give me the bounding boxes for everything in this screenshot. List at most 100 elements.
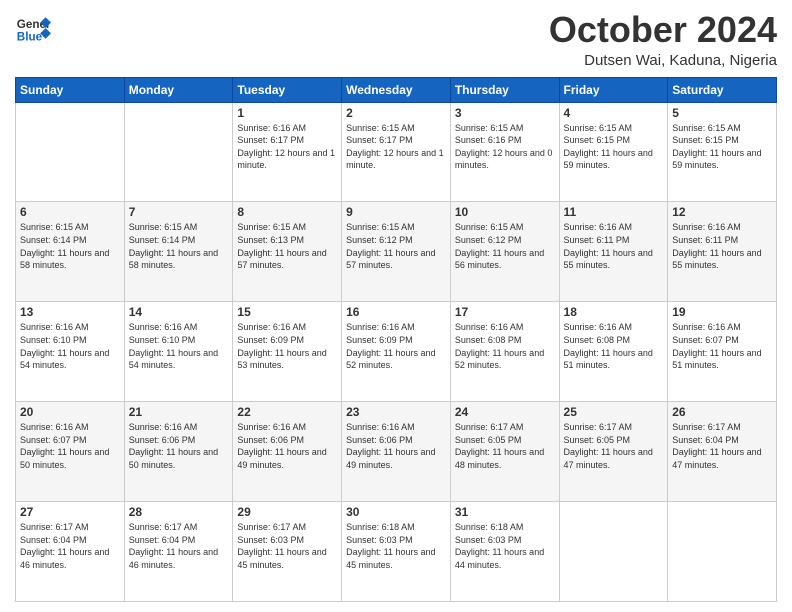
day-detail: Sunrise: 6:15 AM Sunset: 6:12 PM Dayligh… — [455, 221, 555, 271]
day-detail: Sunrise: 6:17 AM Sunset: 6:04 PM Dayligh… — [20, 521, 120, 571]
calendar-cell: 29 Sunrise: 6:17 AM Sunset: 6:03 PM Dayli… — [233, 502, 342, 602]
calendar-cell: 1 Sunrise: 6:16 AM Sunset: 6:17 PM Daylig… — [233, 102, 342, 202]
calendar-cell: 23Sunrise: 6:16 AM Sunset: 6:06 PM Dayli… — [342, 402, 451, 502]
col-thursday: Thursday — [450, 77, 559, 102]
day-detail: Sunrise: 6:18 AM Sunset: 6:03 PM Dayligh… — [455, 521, 555, 571]
day-detail: Sunrise: 6:16 AM Sunset: 6:10 PM Dayligh… — [20, 321, 120, 371]
calendar-cell: 26 Sunrise: 6:17 AM Sunset: 6:04 PM Dayli… — [668, 402, 777, 502]
day-number: 26 — [672, 405, 772, 419]
day-number: 13 — [20, 305, 120, 319]
day-number: 16 — [346, 305, 446, 319]
day-number: 9 — [346, 205, 446, 219]
day-number: 5 — [672, 106, 772, 120]
day-number: 11 — [564, 205, 664, 219]
day-detail: Sunrise: 6:17 AM Sunset: 6:05 PM Dayligh… — [455, 421, 555, 471]
day-number: 15 — [237, 305, 337, 319]
calendar-cell: 6Sunrise: 6:15 AM Sunset: 6:14 PM Daylig… — [16, 202, 125, 302]
calendar-cell: 28 Sunrise: 6:17 AM Sunset: 6:04 PM Dayli… — [124, 502, 233, 602]
day-detail: Sunrise: 6:15 AM Sunset: 6:16 PM Dayligh… — [455, 122, 555, 172]
col-friday: Friday — [559, 77, 668, 102]
calendar-week-row: 6Sunrise: 6:15 AM Sunset: 6:14 PM Daylig… — [16, 202, 777, 302]
day-detail: Sunrise: 6:16 AM Sunset: 6:11 PM Dayligh… — [672, 221, 772, 271]
calendar-cell — [668, 502, 777, 602]
calendar-cell: 3 Sunrise: 6:15 AM Sunset: 6:16 PM Daylig… — [450, 102, 559, 202]
day-number: 22 — [237, 405, 337, 419]
page: General Blue October 2024 Dutsen Wai, Ka… — [0, 0, 792, 612]
calendar-cell: 15 Sunrise: 6:16 AM Sunset: 6:09 PM Dayli… — [233, 302, 342, 402]
day-detail: Sunrise: 6:16 AM Sunset: 6:10 PM Dayligh… — [129, 321, 229, 371]
day-number: 10 — [455, 205, 555, 219]
day-detail: Sunrise: 6:16 AM Sunset: 6:06 PM Dayligh… — [346, 421, 446, 471]
calendar-cell: 17 Sunrise: 6:16 AM Sunset: 6:08 PM Dayli… — [450, 302, 559, 402]
calendar-cell: 14 Sunrise: 6:16 AM Sunset: 6:10 PM Dayli… — [124, 302, 233, 402]
calendar-cell: 20 Sunrise: 6:16 AM Sunset: 6:07 PM Dayli… — [16, 402, 125, 502]
day-number: 29 — [237, 505, 337, 519]
day-detail: Sunrise: 6:16 AM Sunset: 6:08 PM Dayligh… — [455, 321, 555, 371]
day-number: 28 — [129, 505, 229, 519]
day-detail: Sunrise: 6:18 AM Sunset: 6:03 PM Dayligh… — [346, 521, 446, 571]
day-number: 4 — [564, 106, 664, 120]
day-detail: Sunrise: 6:16 AM Sunset: 6:07 PM Dayligh… — [20, 421, 120, 471]
day-number: 19 — [672, 305, 772, 319]
calendar-cell: 2Sunrise: 6:15 AM Sunset: 6:17 PM Daylig… — [342, 102, 451, 202]
day-detail: Sunrise: 6:17 AM Sunset: 6:05 PM Dayligh… — [564, 421, 664, 471]
header: General Blue October 2024 Dutsen Wai, Ka… — [15, 10, 777, 69]
day-number: 6 — [20, 205, 120, 219]
calendar-table: Sunday Monday Tuesday Wednesday Thursday… — [15, 77, 777, 602]
day-detail: Sunrise: 6:16 AM Sunset: 6:09 PM Dayligh… — [346, 321, 446, 371]
day-detail: Sunrise: 6:17 AM Sunset: 6:04 PM Dayligh… — [129, 521, 229, 571]
day-detail: Sunrise: 6:16 AM Sunset: 6:06 PM Dayligh… — [237, 421, 337, 471]
day-number: 3 — [455, 106, 555, 120]
day-number: 12 — [672, 205, 772, 219]
day-detail: Sunrise: 6:16 AM Sunset: 6:09 PM Dayligh… — [237, 321, 337, 371]
calendar-cell: 4 Sunrise: 6:15 AM Sunset: 6:15 PM Daylig… — [559, 102, 668, 202]
calendar-cell — [559, 502, 668, 602]
calendar-cell: 19 Sunrise: 6:16 AM Sunset: 6:07 PM Dayli… — [668, 302, 777, 402]
day-number: 25 — [564, 405, 664, 419]
calendar-cell: 25 Sunrise: 6:17 AM Sunset: 6:05 PM Dayli… — [559, 402, 668, 502]
day-number: 7 — [129, 205, 229, 219]
day-detail: Sunrise: 6:16 AM Sunset: 6:06 PM Dayligh… — [129, 421, 229, 471]
day-detail: Sunrise: 6:17 AM Sunset: 6:04 PM Dayligh… — [672, 421, 772, 471]
day-detail: Sunrise: 6:16 AM Sunset: 6:07 PM Dayligh… — [672, 321, 772, 371]
calendar-cell: 7Sunrise: 6:15 AM Sunset: 6:14 PM Daylig… — [124, 202, 233, 302]
calendar-cell: 5Sunrise: 6:15 AM Sunset: 6:15 PM Daylig… — [668, 102, 777, 202]
day-number: 21 — [129, 405, 229, 419]
calendar-cell: 11Sunrise: 6:16 AM Sunset: 6:11 PM Dayli… — [559, 202, 668, 302]
calendar-cell: 22 Sunrise: 6:16 AM Sunset: 6:06 PM Dayli… — [233, 402, 342, 502]
calendar-cell: 18Sunrise: 6:16 AM Sunset: 6:08 PM Dayli… — [559, 302, 668, 402]
day-number: 1 — [237, 106, 337, 120]
calendar-cell: 16 Sunrise: 6:16 AM Sunset: 6:09 PM Dayli… — [342, 302, 451, 402]
day-number: 14 — [129, 305, 229, 319]
calendar-cell — [16, 102, 125, 202]
calendar-cell: 13 Sunrise: 6:16 AM Sunset: 6:10 PM Dayli… — [16, 302, 125, 402]
calendar-cell: 30 Sunrise: 6:18 AM Sunset: 6:03 PM Dayli… — [342, 502, 451, 602]
day-number: 31 — [455, 505, 555, 519]
calendar-week-row: 1 Sunrise: 6:16 AM Sunset: 6:17 PM Daylig… — [16, 102, 777, 202]
day-number: 30 — [346, 505, 446, 519]
calendar-cell: 10 Sunrise: 6:15 AM Sunset: 6:12 PM Dayli… — [450, 202, 559, 302]
calendar-week-row: 27 Sunrise: 6:17 AM Sunset: 6:04 PM Dayli… — [16, 502, 777, 602]
col-saturday: Saturday — [668, 77, 777, 102]
day-detail: Sunrise: 6:15 AM Sunset: 6:15 PM Dayligh… — [564, 122, 664, 172]
day-detail: Sunrise: 6:15 AM Sunset: 6:12 PM Dayligh… — [346, 221, 446, 271]
location: Dutsen Wai, Kaduna, Nigeria — [549, 52, 777, 69]
day-detail: Sunrise: 6:15 AM Sunset: 6:13 PM Dayligh… — [237, 221, 337, 271]
calendar-week-row: 13 Sunrise: 6:16 AM Sunset: 6:10 PM Dayli… — [16, 302, 777, 402]
day-number: 20 — [20, 405, 120, 419]
logo: General Blue — [15, 10, 51, 46]
day-number: 8 — [237, 205, 337, 219]
col-wednesday: Wednesday — [342, 77, 451, 102]
calendar-cell: 8 Sunrise: 6:15 AM Sunset: 6:13 PM Daylig… — [233, 202, 342, 302]
day-detail: Sunrise: 6:15 AM Sunset: 6:17 PM Dayligh… — [346, 122, 446, 172]
day-detail: Sunrise: 6:16 AM Sunset: 6:17 PM Dayligh… — [237, 122, 337, 172]
calendar-cell: 27 Sunrise: 6:17 AM Sunset: 6:04 PM Dayli… — [16, 502, 125, 602]
svg-text:Blue: Blue — [17, 31, 43, 44]
day-number: 17 — [455, 305, 555, 319]
day-number: 27 — [20, 505, 120, 519]
day-detail: Sunrise: 6:17 AM Sunset: 6:03 PM Dayligh… — [237, 521, 337, 571]
col-tuesday: Tuesday — [233, 77, 342, 102]
calendar-cell — [124, 102, 233, 202]
col-sunday: Sunday — [16, 77, 125, 102]
calendar-week-row: 20 Sunrise: 6:16 AM Sunset: 6:07 PM Dayli… — [16, 402, 777, 502]
